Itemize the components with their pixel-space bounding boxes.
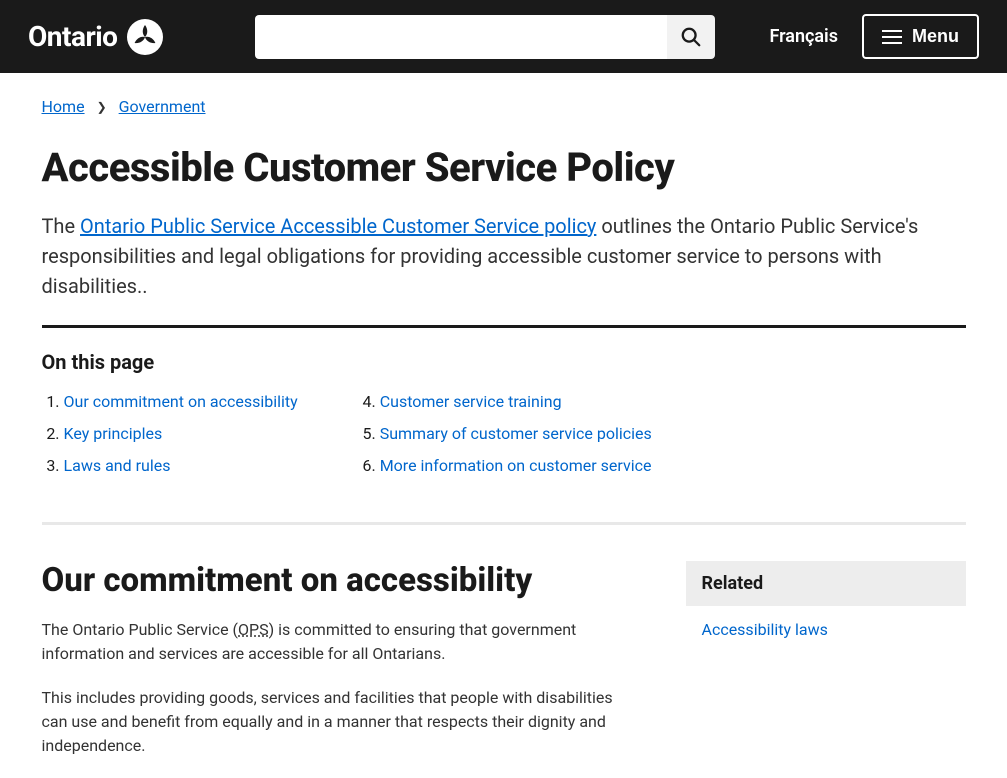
section-paragraph: The Ontario Public Service (OPS) is comm… (42, 618, 638, 666)
list-item: Our commitment on accessibility (64, 386, 298, 418)
related-heading: Related (686, 561, 966, 606)
breadcrumb-link-government[interactable]: Government (119, 97, 206, 116)
chevron-right-icon: ❯ (97, 100, 107, 114)
site-header: Ontario Français Menu (0, 0, 1007, 73)
logo-text: Ontario (28, 20, 117, 53)
list-item: Summary of customer service policies (380, 418, 652, 450)
list-item: Key principles (64, 418, 298, 450)
trillium-icon (127, 19, 163, 55)
list-item: Customer service training (380, 386, 652, 418)
toc-list-left: Our commitment on accessibility Key prin… (42, 386, 298, 482)
page-title: Accessible Customer Service Policy (42, 144, 966, 191)
list-item: Laws and rules (64, 450, 298, 482)
site-logo[interactable]: Ontario (28, 19, 163, 55)
abbr-ops: OPS (238, 620, 269, 639)
toc-link[interactable]: Laws and rules (64, 456, 171, 475)
toc-link[interactable]: More information on customer service (380, 456, 652, 475)
search-button[interactable] (667, 15, 715, 59)
search-icon (680, 26, 702, 48)
toc-link[interactable]: Our commitment on accessibility (64, 392, 298, 411)
divider-thin (42, 522, 966, 525)
toc-link[interactable]: Key principles (64, 424, 163, 443)
breadcrumb-link-home[interactable]: Home (42, 97, 85, 116)
on-this-page-nav: Our commitment on accessibility Key prin… (42, 386, 966, 482)
list-item: More information on customer service (380, 450, 652, 482)
section-paragraph: This includes providing goods, services … (42, 686, 638, 758)
breadcrumb: Home ❯ Government (42, 97, 966, 116)
section-heading-commitment: Our commitment on accessibility (42, 561, 638, 600)
search-form (255, 15, 715, 59)
toc-link[interactable]: Customer service training (380, 392, 562, 411)
related-link[interactable]: Accessibility laws (702, 620, 828, 639)
related-links: Accessibility laws (686, 606, 966, 653)
divider-thick (42, 325, 966, 328)
intro-prefix: The (42, 214, 81, 238)
text: The Ontario Public Service ( (42, 620, 239, 639)
header-actions: Français Menu (769, 14, 979, 59)
toc-link[interactable]: Summary of customer service policies (380, 424, 652, 443)
language-toggle[interactable]: Français (769, 26, 838, 47)
page-intro: The Ontario Public Service Accessible Cu… (42, 211, 966, 301)
hamburger-icon (882, 30, 902, 44)
search-input[interactable] (255, 15, 667, 59)
toc-list-right: Customer service training Summary of cus… (358, 386, 652, 482)
menu-button[interactable]: Menu (862, 14, 979, 59)
intro-policy-link[interactable]: Ontario Public Service Accessible Custom… (80, 214, 596, 238)
on-this-page-heading: On this page (42, 350, 966, 374)
menu-button-label: Menu (912, 26, 959, 47)
page-content: Home ❯ Government Accessible Customer Se… (14, 73, 994, 778)
